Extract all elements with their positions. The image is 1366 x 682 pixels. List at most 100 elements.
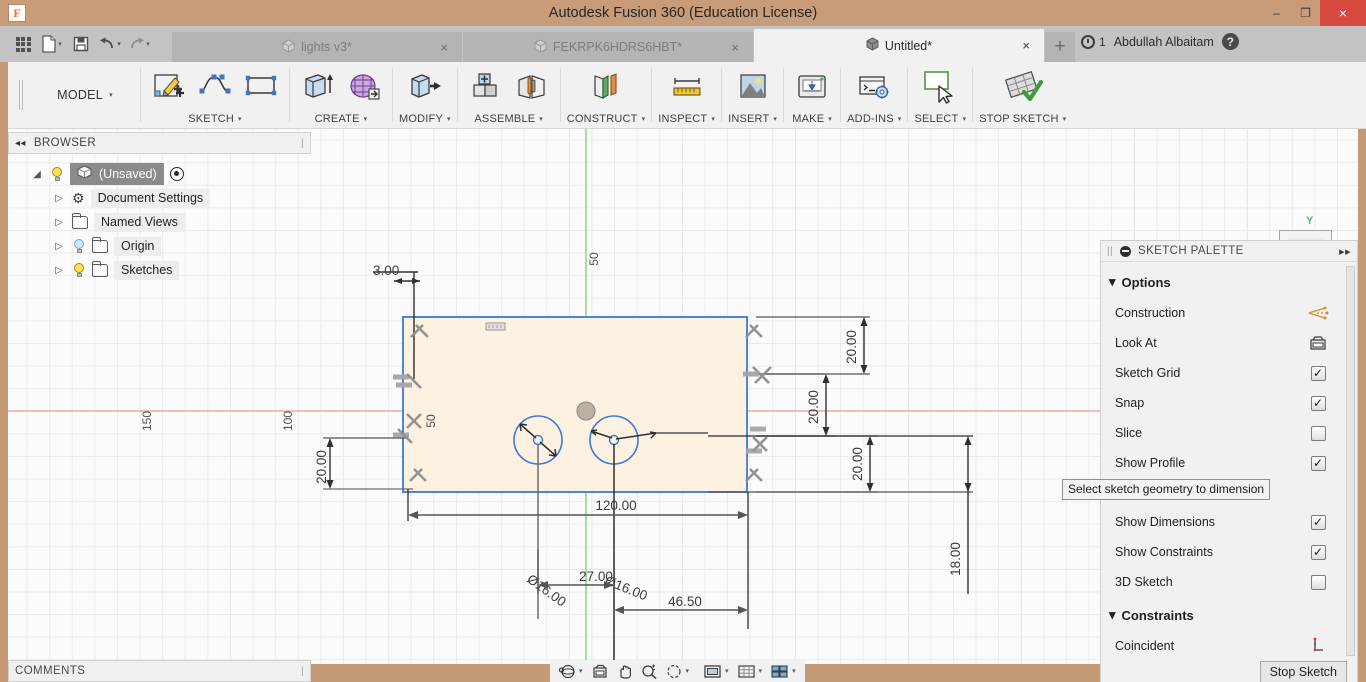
ribbon-group-label-make[interactable]: MAKE ▾ — [792, 113, 832, 128]
palette-resize-handle[interactable]: || — [1107, 246, 1113, 257]
close-icon[interactable]: × — [1022, 38, 1030, 53]
workspace-selector[interactable]: MODEL ▾ — [30, 62, 140, 128]
palette-row-coincident[interactable]: Coincident — [1101, 631, 1357, 661]
viewports-button[interactable]: ▾ — [767, 664, 799, 679]
visibility-bulb-icon[interactable] — [72, 262, 86, 278]
save-button[interactable] — [68, 30, 94, 58]
close-icon[interactable]: × — [731, 40, 739, 55]
joint-button[interactable] — [510, 67, 554, 107]
show-profile-checkbox[interactable]: ✓ — [1310, 455, 1326, 471]
ribbon-group-label-create[interactable]: CREATE ▾ — [315, 113, 368, 128]
ribbon-group-label-modify[interactable]: MODIFY ▾ — [399, 113, 451, 128]
show-data-panel-button[interactable] — [10, 30, 36, 58]
rectangle-button[interactable] — [239, 67, 283, 107]
expand-arrow-icon[interactable]: ▷ — [52, 217, 66, 228]
stop-sketch-button[interactable] — [1001, 67, 1045, 107]
palette-row-show-constraints[interactable]: Show Constraints ✓ — [1101, 537, 1357, 567]
new-tab-button[interactable]: + — [1045, 32, 1075, 62]
select-button[interactable] — [918, 67, 962, 107]
ribbon-group-label-construct[interactable]: CONSTRUCT ▾ — [567, 113, 646, 128]
display-settings-button[interactable]: ▾ — [700, 664, 732, 679]
palette-row-3d-sketch[interactable]: 3D Sketch — [1101, 567, 1357, 597]
undo-button[interactable]: ▾ — [97, 30, 123, 58]
activate-component-icon[interactable] — [169, 167, 184, 181]
expand-arrow-icon[interactable]: ▷ — [52, 193, 66, 204]
3d-print-button[interactable] — [790, 67, 834, 107]
tree-node-named-views[interactable]: ▷ Named Views — [8, 210, 311, 234]
grid-snaps-button[interactable]: ▾ — [734, 664, 766, 679]
extrude-button[interactable] — [296, 67, 340, 107]
coincident-icon[interactable] — [1307, 637, 1329, 655]
scripts-addins-button[interactable] — [852, 67, 896, 107]
workspace-label: MODEL — [57, 88, 104, 102]
tree-node-origin[interactable]: ▷ Origin — [8, 234, 311, 258]
visibility-bulb-icon[interactable] — [50, 166, 64, 182]
document-tab-untitled[interactable]: Untitled* × — [754, 29, 1044, 62]
document-tab-lights[interactable]: lights v3* × — [172, 32, 462, 62]
palette-section-constraints[interactable]: ▾ Constraints — [1101, 597, 1357, 631]
comments-panel[interactable]: COMMENTS | — [8, 660, 311, 682]
palette-row-look-at[interactable]: Look At — [1101, 328, 1357, 358]
file-menu-button[interactable]: ▾ — [39, 30, 65, 58]
redo-button[interactable]: ▾ — [126, 30, 152, 58]
orbit-button[interactable]: ▾ — [556, 664, 586, 679]
ribbon-group-label-stop-sketch[interactable]: STOP SKETCH ▾ — [979, 113, 1066, 128]
notifications-button[interactable]: 1 — [1081, 34, 1106, 49]
ribbon-group-label-inspect[interactable]: INSPECT ▾ — [658, 113, 715, 128]
slice-checkbox[interactable] — [1310, 425, 1326, 441]
visibility-bulb-icon[interactable] — [72, 238, 86, 254]
palette-row-snap[interactable]: Snap ✓ — [1101, 388, 1357, 418]
palette-row-show-dimensions[interactable]: Show Dimensions ✓ — [1101, 507, 1357, 537]
ribbon-group-label-addins[interactable]: ADD-INS ▾ — [847, 113, 901, 128]
offset-plane-button[interactable] — [584, 67, 628, 107]
ribbon-group-label-insert[interactable]: INSERT ▾ — [728, 113, 777, 128]
pan-button[interactable] — [613, 664, 636, 679]
sketch-grid-checkbox[interactable]: ✓ — [1310, 365, 1326, 381]
3d-sketch-checkbox[interactable] — [1310, 574, 1326, 590]
user-account-button[interactable]: Abdullah Albaitam — [1114, 35, 1214, 49]
tree-node-sketches[interactable]: ▷ Sketches — [8, 258, 311, 282]
insert-mesh-button[interactable] — [731, 67, 775, 107]
expand-arrow-icon[interactable]: ▷ — [52, 265, 66, 276]
ribbon-group-label-sketch[interactable]: SKETCH ▾ — [188, 113, 242, 128]
look-at-button[interactable] — [588, 664, 611, 679]
group-label-text: INSERT — [728, 113, 770, 125]
palette-section-options[interactable]: ▾ Options — [1101, 270, 1357, 298]
fit-button[interactable]: ▾ — [663, 664, 693, 679]
new-component-button[interactable] — [464, 67, 508, 107]
palette-scrollbar[interactable] — [1346, 266, 1355, 656]
palette-pin-icon[interactable] — [1120, 245, 1131, 257]
document-tab-fekrpk[interactable]: FEKRPK6HDRS6HBT* × — [463, 32, 753, 62]
measure-button[interactable] — [665, 67, 709, 107]
palette-row-sketch-grid[interactable]: Sketch Grid ✓ — [1101, 358, 1357, 388]
construction-icon[interactable] — [1307, 305, 1329, 321]
help-icon[interactable]: ? — [1221, 33, 1239, 50]
palette-row-slice[interactable]: Slice — [1101, 418, 1357, 448]
look-at-icon[interactable] — [1307, 335, 1329, 351]
palette-collapse-icon[interactable]: ▸▸ — [1339, 245, 1351, 258]
show-constraints-checkbox[interactable]: ✓ — [1310, 544, 1326, 560]
zoom-button[interactable] — [638, 664, 661, 679]
spline-button[interactable] — [193, 67, 237, 107]
browser-collapse-icon[interactable]: ◂◂ — [15, 138, 26, 149]
palette-row-show-profile[interactable]: Show Profile ✓ — [1101, 448, 1357, 478]
press-pull-button[interactable] — [403, 67, 447, 107]
tree-node-document-settings[interactable]: ▷ ⚙ Document Settings — [8, 186, 311, 210]
expand-arrow-icon[interactable]: ◢ — [30, 169, 44, 180]
close-icon[interactable]: × — [440, 40, 448, 55]
ribbon-group-label-assemble[interactable]: ASSEMBLE ▾ — [474, 113, 543, 128]
ribbon-group-label-select[interactable]: SELECT ▾ — [914, 113, 966, 128]
maximize-button[interactable]: ❐ — [1291, 0, 1320, 26]
show-dimensions-checkbox[interactable]: ✓ — [1310, 514, 1326, 530]
stop-sketch-palette-button[interactable]: Stop Sketch — [1259, 661, 1347, 682]
expand-arrow-icon[interactable]: ▷ — [52, 241, 66, 252]
palette-row-construction[interactable]: Construction — [1101, 298, 1357, 328]
snap-checkbox[interactable]: ✓ — [1310, 395, 1326, 411]
minimize-button[interactable]: – — [1262, 0, 1291, 26]
close-button[interactable]: × — [1320, 0, 1366, 26]
tree-node-unsaved[interactable]: ◢ (Unsaved) — [8, 162, 311, 186]
create-form-button[interactable] — [342, 67, 386, 107]
create-sketch-button[interactable] — [147, 67, 191, 107]
ribbon-drag-handle[interactable] — [8, 62, 30, 128]
tree-label-text: Document Settings — [90, 188, 211, 208]
